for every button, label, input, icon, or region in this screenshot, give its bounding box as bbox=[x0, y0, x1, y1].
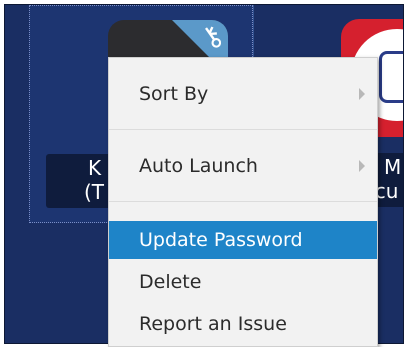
app-tile-1-label-line1: K bbox=[88, 156, 102, 180]
menu-item-label: Update Password bbox=[139, 229, 303, 251]
menu-item-label: Auto Launch bbox=[139, 155, 258, 177]
menu-item-auto-launch[interactable]: Auto Launch bbox=[109, 147, 377, 185]
menu-item-label: Delete bbox=[139, 271, 202, 293]
menu-separator bbox=[109, 129, 377, 130]
app-tile-1-label-line2: (T bbox=[84, 180, 105, 204]
menu-item-label: Sort By bbox=[139, 83, 209, 105]
chevron-right-icon bbox=[359, 88, 365, 100]
menu-item-sort-by[interactable]: Sort By bbox=[109, 75, 377, 113]
menu-item-label: Report an Issue bbox=[139, 313, 287, 335]
menu-item-update-password[interactable]: Update Password bbox=[109, 221, 377, 259]
menu-item-delete[interactable]: Delete bbox=[109, 263, 377, 301]
seal-crest-icon bbox=[379, 51, 403, 103]
chevron-right-icon bbox=[359, 160, 365, 172]
menu-item-report-issue[interactable]: Report an Issue bbox=[109, 305, 377, 343]
context-menu: Sort By Auto Launch Update Password Dele… bbox=[108, 57, 378, 347]
menu-separator bbox=[109, 201, 377, 202]
